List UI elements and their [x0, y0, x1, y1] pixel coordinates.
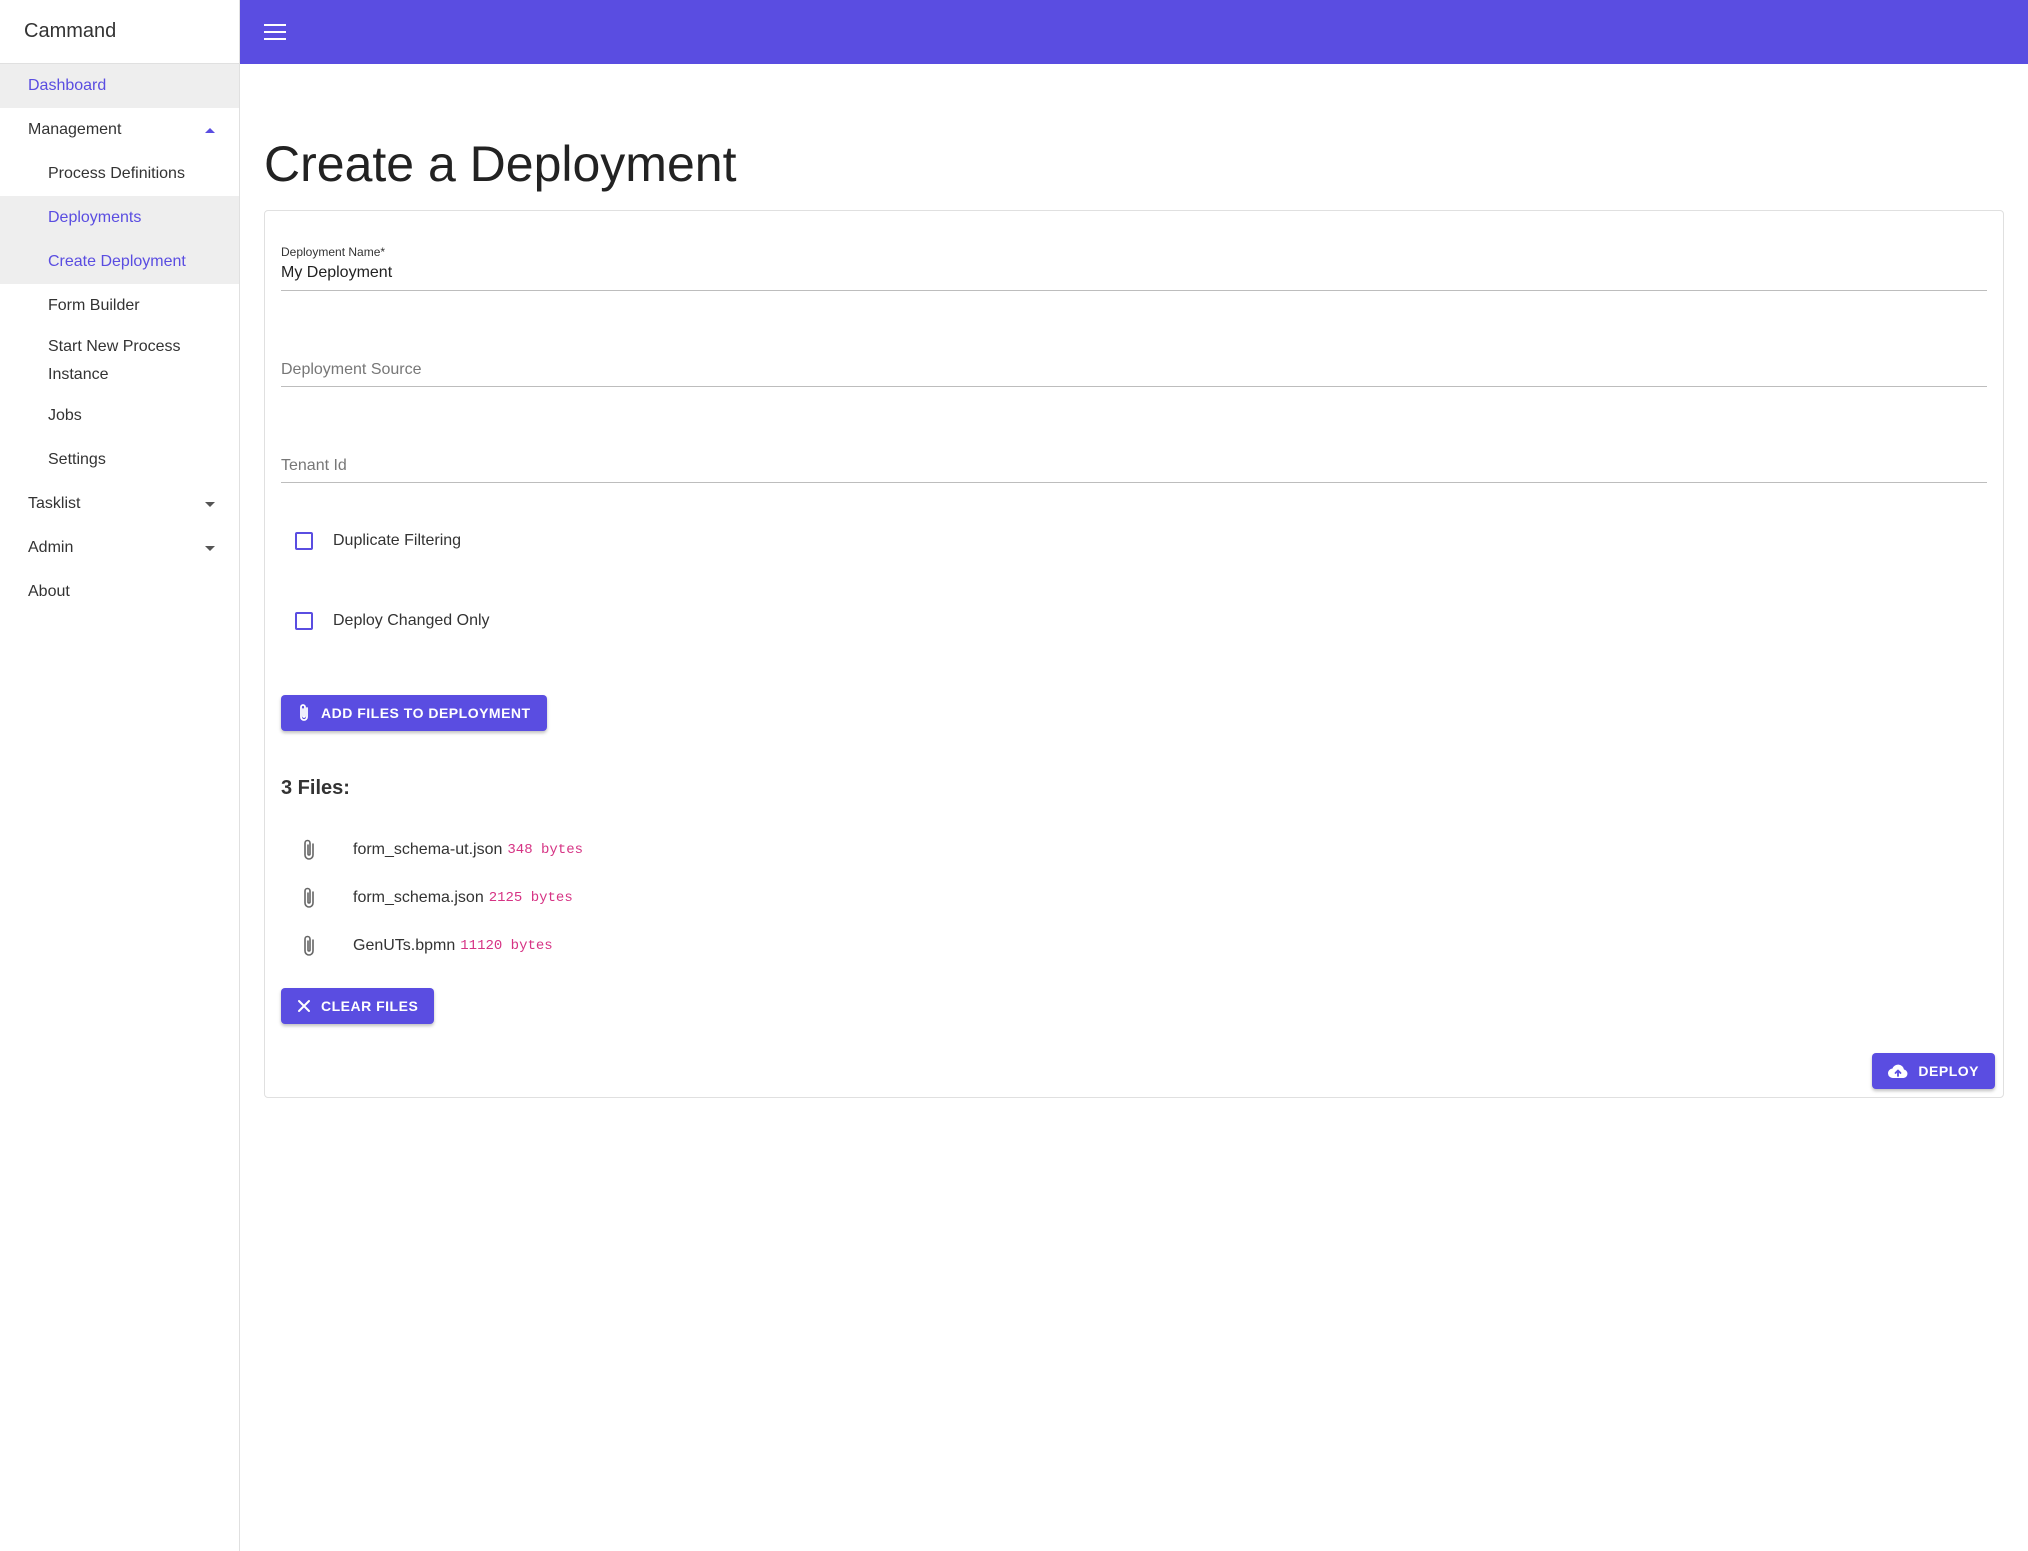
files-count-title: 3 Files:	[281, 777, 350, 799]
sidebar-item-label: Create Deployment	[48, 253, 186, 270]
duplicate-filtering-checkbox[interactable]: Duplicate Filtering	[281, 521, 1987, 561]
sidebar-item-form-builder[interactable]: Form Builder	[0, 284, 239, 328]
chevron-down-icon	[205, 545, 215, 551]
sidebar-item-label: Dashboard	[28, 77, 107, 94]
sidebar-item-create-deployment[interactable]: Create Deployment	[0, 240, 239, 284]
clear-files-label: CLEAR FILES	[321, 998, 419, 1014]
sidebar-item-label: Process Definitions	[48, 165, 185, 182]
sidebar: Cammand Dashboard Management Process Def…	[0, 0, 240, 1551]
list-item: form_schema.json 2125 bytes	[281, 874, 1987, 922]
tenant-id-field[interactable]: Tenant Id	[281, 451, 1987, 483]
sidebar-item-label: Start New Process Instance	[48, 338, 181, 383]
file-name: GenUTs.bpmn	[353, 937, 456, 954]
sidebar-item-label: Settings	[48, 451, 106, 468]
sidebar-item-label: Form Builder	[48, 297, 140, 314]
file-name: form_schema-ut.json	[353, 841, 503, 858]
app-bar	[240, 0, 2028, 64]
main-content: Create a Deployment Deployment Name* My …	[264, 64, 2004, 1098]
deploy-button[interactable]: DEPLOY	[1872, 1053, 1995, 1089]
sidebar-item-label: Tasklist	[28, 495, 81, 512]
paperclip-icon	[281, 838, 337, 862]
deployment-source-input[interactable]: Deployment Source	[281, 355, 1987, 387]
checkbox-box[interactable]	[295, 612, 313, 630]
paperclip-icon	[281, 934, 337, 958]
app-root: Cammand Dashboard Management Process Def…	[0, 0, 2028, 1551]
sidebar-item-about[interactable]: About	[0, 570, 239, 614]
sidebar-item-settings[interactable]: Settings	[0, 438, 239, 482]
sidebar-item-start-new-process-instance[interactable]: Start New Process Instance	[0, 328, 239, 394]
sidebar-item-jobs[interactable]: Jobs	[0, 394, 239, 438]
file-name: form_schema.json	[353, 889, 484, 906]
sidebar-item-tasklist[interactable]: Tasklist	[0, 482, 239, 526]
sidebar-item-label: Admin	[28, 539, 74, 556]
deployment-name-field[interactable]: Deployment Name* My Deployment	[281, 245, 1987, 291]
add-files-button[interactable]: ADD FILES TO DEPLOYMENT	[281, 695, 547, 731]
file-size: 11120 bytes	[460, 938, 553, 954]
cloud-upload-icon	[1888, 1063, 1908, 1079]
deployment-name-label: Deployment Name*	[281, 245, 386, 259]
sidebar-item-label: Deployments	[48, 209, 142, 226]
chevron-up-icon	[205, 127, 215, 133]
page-title: Create a Deployment	[264, 136, 737, 192]
sidebar-item-label: Management	[28, 121, 122, 138]
add-files-label: ADD FILES TO DEPLOYMENT	[321, 705, 531, 721]
clear-files-button[interactable]: CLEAR FILES	[281, 988, 435, 1024]
sidebar-item-management[interactable]: Management	[0, 108, 239, 152]
sidebar-item-admin[interactable]: Admin	[0, 526, 239, 570]
deployment-form-card: Deployment Name* My Deployment Deploymen…	[264, 210, 2004, 1098]
deploy-label: DEPLOY	[1918, 1063, 1979, 1079]
deployment-name-input[interactable]: My Deployment	[281, 259, 1987, 291]
sidebar-item-dashboard[interactable]: Dashboard	[0, 64, 239, 108]
duplicate-filtering-label: Duplicate Filtering	[333, 532, 462, 549]
app-title: Cammand	[0, 0, 239, 64]
deploy-changed-only-checkbox[interactable]: Deploy Changed Only	[281, 601, 1987, 641]
tenant-id-input[interactable]: Tenant Id	[281, 451, 1987, 483]
file-size: 2125 bytes	[488, 890, 573, 906]
close-icon	[297, 999, 311, 1013]
file-size: 348 bytes	[507, 842, 584, 858]
paperclip-icon	[297, 703, 311, 723]
deployment-source-field[interactable]: Deployment Source	[281, 355, 1987, 387]
checkbox-box[interactable]	[295, 532, 313, 550]
file-list: form_schema-ut.json 348 bytes form_schem…	[281, 826, 1987, 970]
paperclip-icon	[281, 886, 337, 910]
list-item: form_schema-ut.json 348 bytes	[281, 826, 1987, 874]
chevron-down-icon	[205, 501, 215, 507]
sidebar-item-process-definitions[interactable]: Process Definitions	[0, 152, 239, 196]
sidebar-item-deployments[interactable]: Deployments	[0, 196, 239, 240]
menu-icon[interactable]	[264, 24, 286, 40]
sidebar-item-label: Jobs	[48, 407, 82, 424]
list-item: GenUTs.bpmn 11120 bytes	[281, 922, 1987, 970]
deploy-changed-only-label: Deploy Changed Only	[333, 612, 490, 629]
sidebar-item-label: About	[28, 583, 70, 600]
